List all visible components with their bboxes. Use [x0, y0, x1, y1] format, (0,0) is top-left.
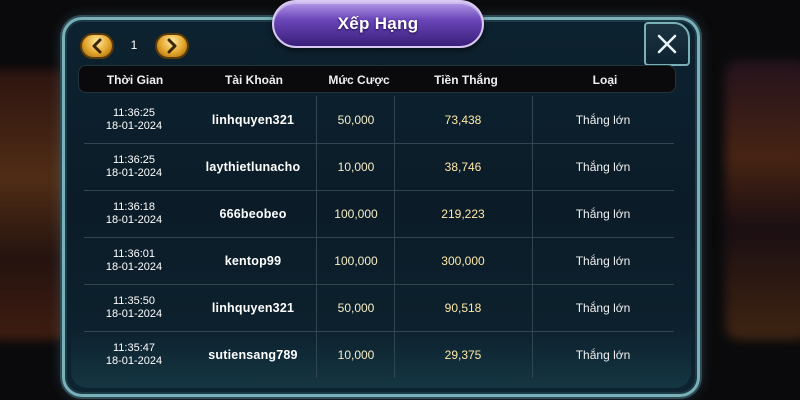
row-winnings: 73,438 — [444, 112, 482, 127]
page-title: Xếp Hạng — [337, 14, 419, 33]
row-timestamp: 11:36:25 18-01-2024 — [106, 143, 162, 190]
header-account: Tài Khoản — [224, 73, 284, 87]
table-row: 11:36:18 18-01-2024 666beobeo 100,000 21… — [84, 190, 674, 237]
table-row: 11:36:01 18-01-2024 kentop99 100,000 300… — [84, 237, 674, 284]
row-date: 18-01-2024 — [105, 119, 163, 132]
row-account: kentop99 — [224, 253, 282, 268]
row-account: linhquyen321 — [211, 112, 295, 127]
row-time: 11:36:25 — [112, 106, 155, 119]
chevron-right-icon — [167, 38, 177, 54]
row-timestamp: 11:36:18 18-01-2024 — [106, 190, 162, 237]
table-row: 11:35:47 18-01-2024 sutiensang789 10,000… — [84, 331, 674, 378]
row-bet: 100,000 — [334, 206, 378, 221]
row-bet: 10,000 — [337, 347, 375, 362]
row-timestamp: 11:35:47 18-01-2024 — [106, 331, 162, 378]
row-bet: 50,000 — [337, 112, 375, 127]
background-right-art — [725, 60, 800, 340]
header-time: Thời Gian — [106, 73, 164, 87]
row-timestamp: 11:35:50 18-01-2024 — [106, 284, 162, 331]
row-type: Thắng lớn — [575, 300, 631, 315]
row-winnings: 90,518 — [444, 300, 482, 315]
row-date: 18-01-2024 — [105, 166, 163, 179]
row-type: Thắng lớn — [575, 347, 631, 362]
row-winnings: 38,746 — [444, 159, 482, 174]
background-left-art — [0, 70, 70, 340]
row-bet: 50,000 — [337, 300, 375, 315]
row-bet: 100,000 — [334, 253, 378, 268]
row-time: 11:36:25 — [112, 153, 155, 166]
title-tab: Xếp Hạng — [272, 0, 484, 48]
header-winnings: Tiền Thắng — [434, 73, 498, 87]
row-winnings: 29,375 — [444, 347, 482, 362]
row-time: 11:35:50 — [112, 294, 155, 307]
row-winnings: 300,000 — [441, 253, 485, 268]
header-type: Loại — [592, 73, 618, 87]
table-row: 11:35:50 18-01-2024 linhquyen321 50,000 … — [84, 284, 674, 331]
next-page-button[interactable] — [155, 33, 189, 59]
leaderboard-table: 11:36:25 18-01-2024 linhquyen321 50,000 … — [84, 96, 674, 378]
row-account: linhquyen321 — [211, 300, 295, 315]
row-account: laythietlunacho — [205, 159, 301, 174]
row-winnings: 219,223 — [441, 206, 485, 221]
close-button[interactable] — [644, 22, 690, 66]
header-bet: Mức Cược — [328, 73, 390, 87]
row-date: 18-01-2024 — [105, 260, 163, 273]
row-type: Thắng lớn — [575, 159, 631, 174]
row-date: 18-01-2024 — [105, 213, 163, 226]
chevron-left-icon — [92, 38, 102, 54]
row-bet: 10,000 — [337, 159, 375, 174]
row-timestamp: 11:36:25 18-01-2024 — [106, 96, 162, 143]
row-account: 666beobeo — [219, 206, 287, 221]
close-icon — [657, 34, 677, 54]
prev-page-button[interactable] — [80, 33, 114, 59]
table-row: 11:36:25 18-01-2024 laythietlunacho 10,0… — [84, 143, 674, 190]
row-time: 11:36:18 — [112, 200, 155, 213]
page-number: 1 — [130, 38, 138, 52]
row-type: Thắng lớn — [575, 112, 631, 127]
row-time: 11:35:47 — [112, 341, 155, 354]
row-time: 11:36:01 — [112, 247, 155, 260]
table-row: 11:36:25 18-01-2024 linhquyen321 50,000 … — [84, 96, 674, 143]
row-account: sutiensang789 — [208, 347, 298, 362]
row-type: Thắng lớn — [575, 253, 631, 268]
table-header: Thời Gian Tài Khoản Mức Cược Tiền Thắng … — [78, 65, 676, 93]
row-timestamp: 11:36:01 18-01-2024 — [106, 237, 162, 284]
row-date: 18-01-2024 — [105, 307, 163, 320]
row-type: Thắng lớn — [575, 206, 631, 221]
row-date: 18-01-2024 — [105, 354, 163, 367]
